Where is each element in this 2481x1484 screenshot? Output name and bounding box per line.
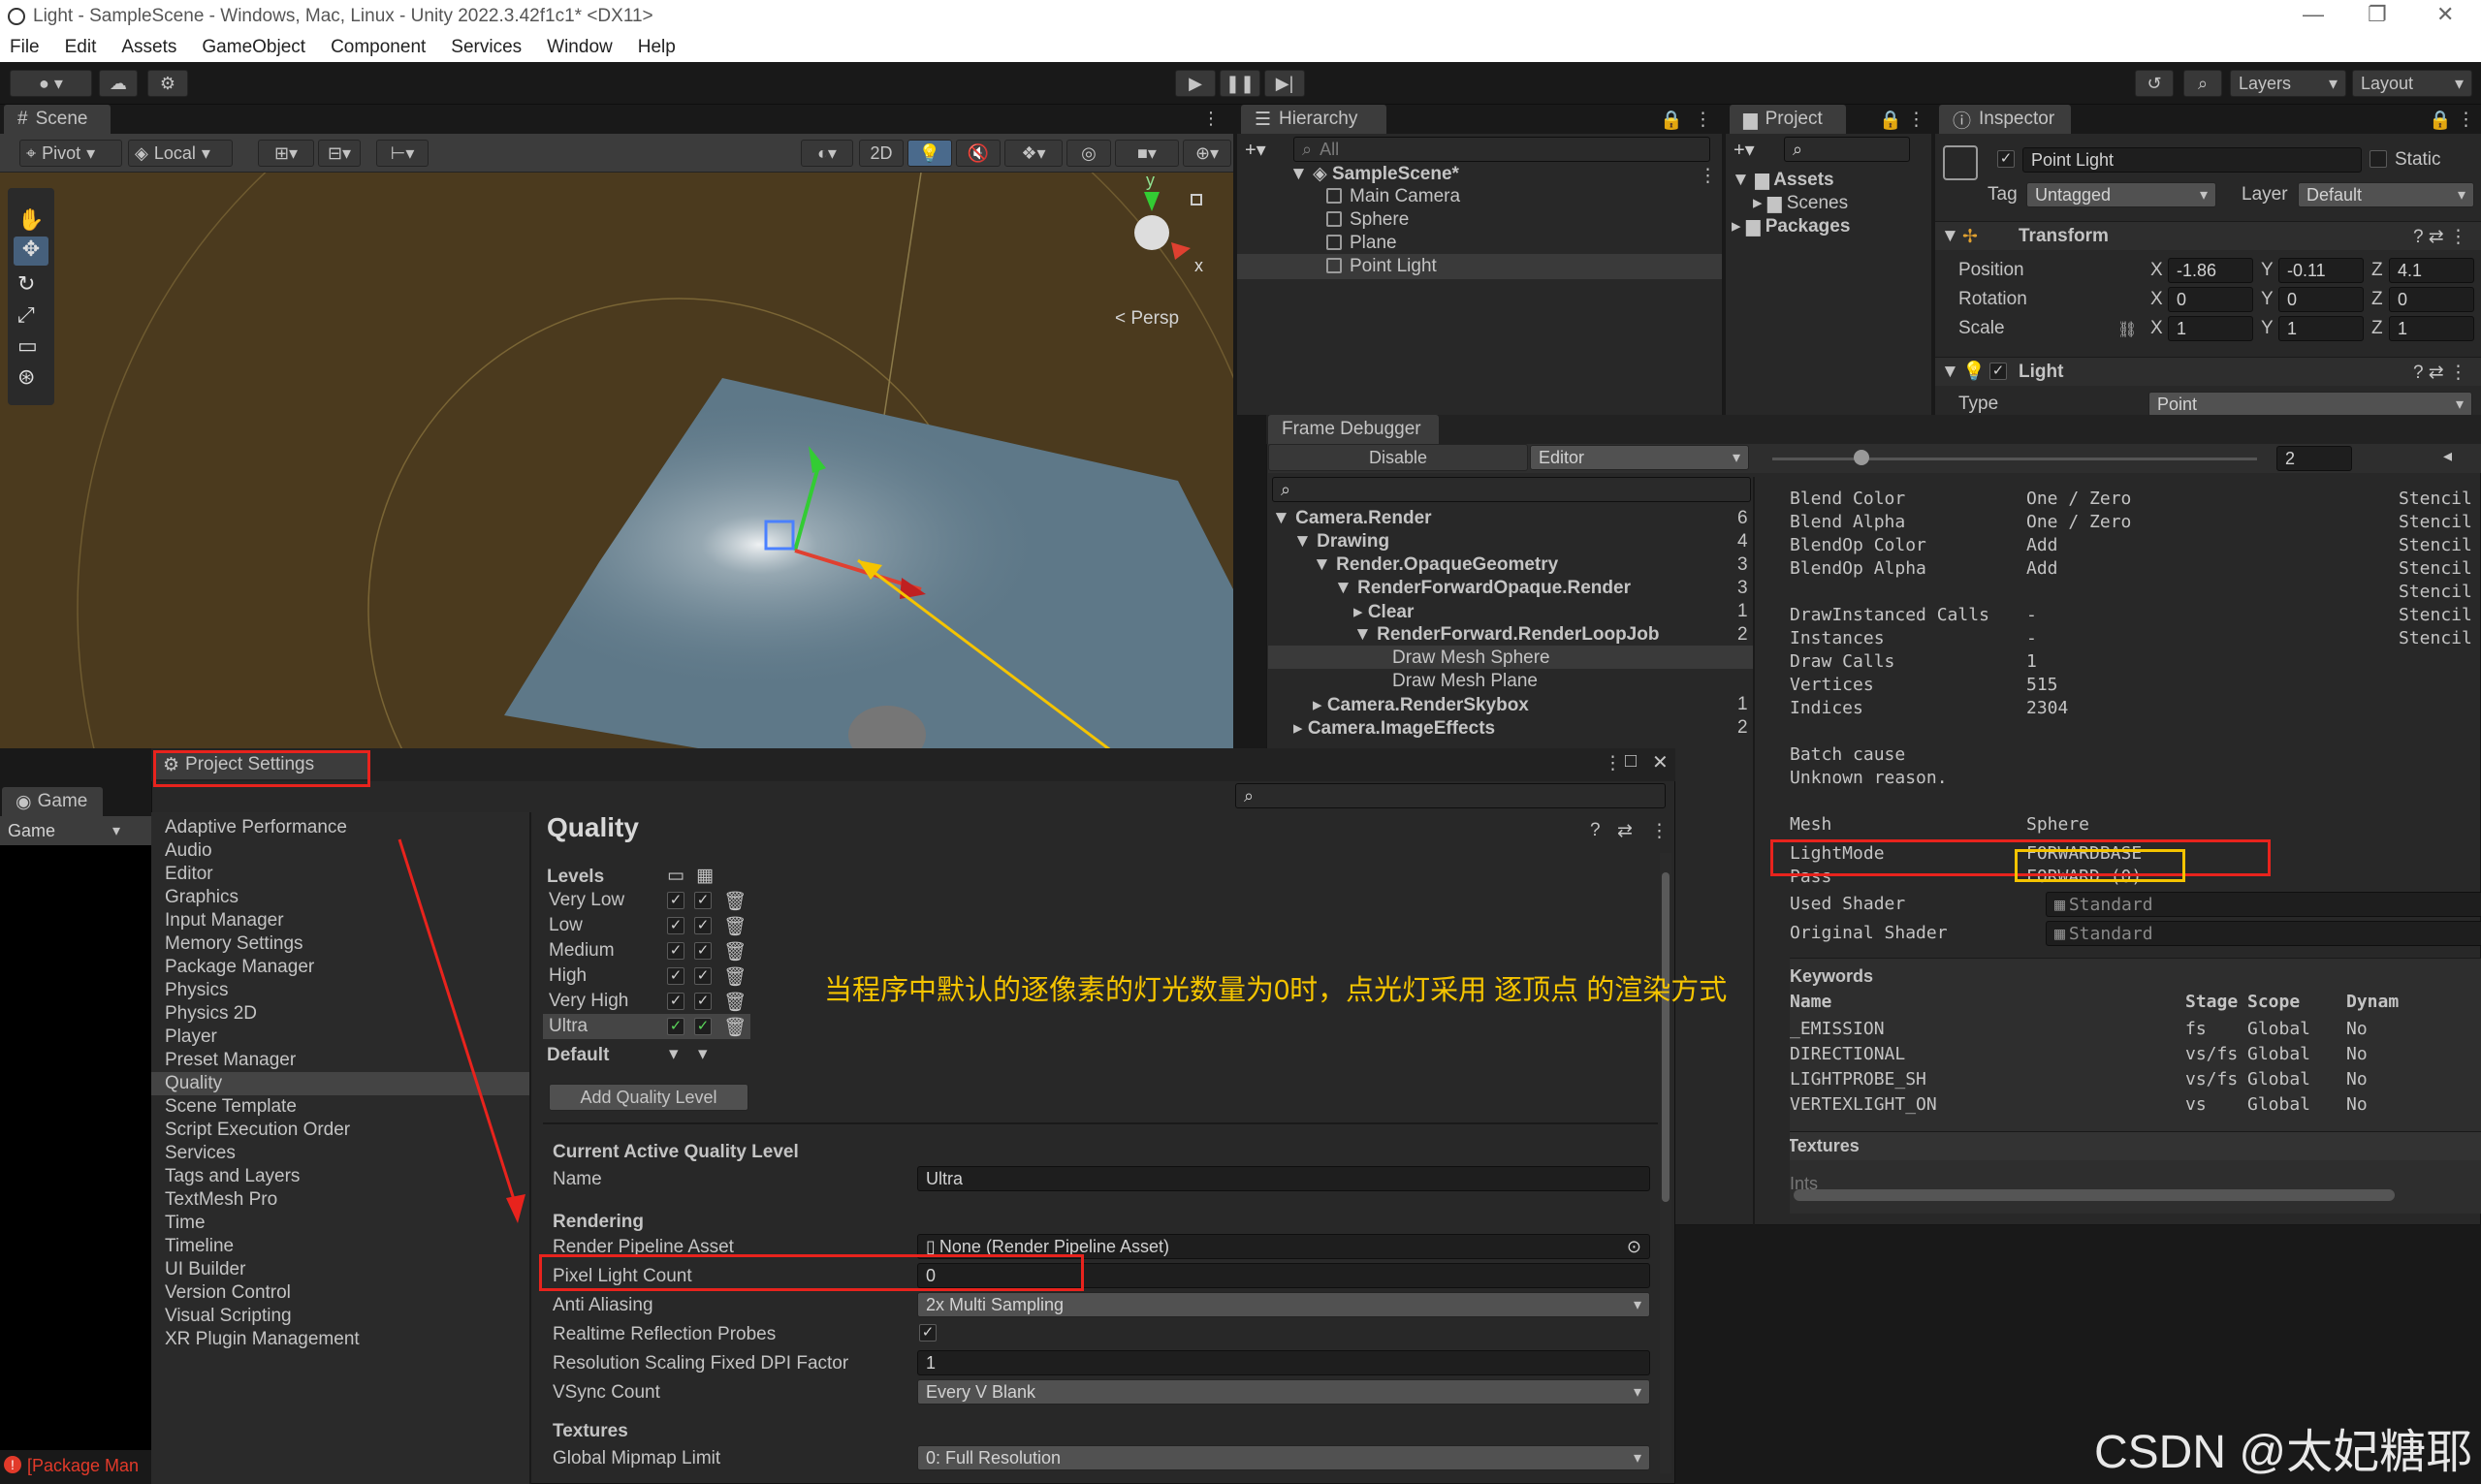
red-annotation-arrow	[398, 838, 520, 1213]
annotation-text: 当程序中默认的逐像素的灯光数量为0时，点光灯采用 逐顶点 的渲染方式	[824, 975, 1728, 1006]
red-arrowhead	[506, 1194, 525, 1223]
annotation-overlay	[398, 838, 525, 1223]
watermark: CSDN @太妃糖耶	[2094, 1427, 2473, 1478]
